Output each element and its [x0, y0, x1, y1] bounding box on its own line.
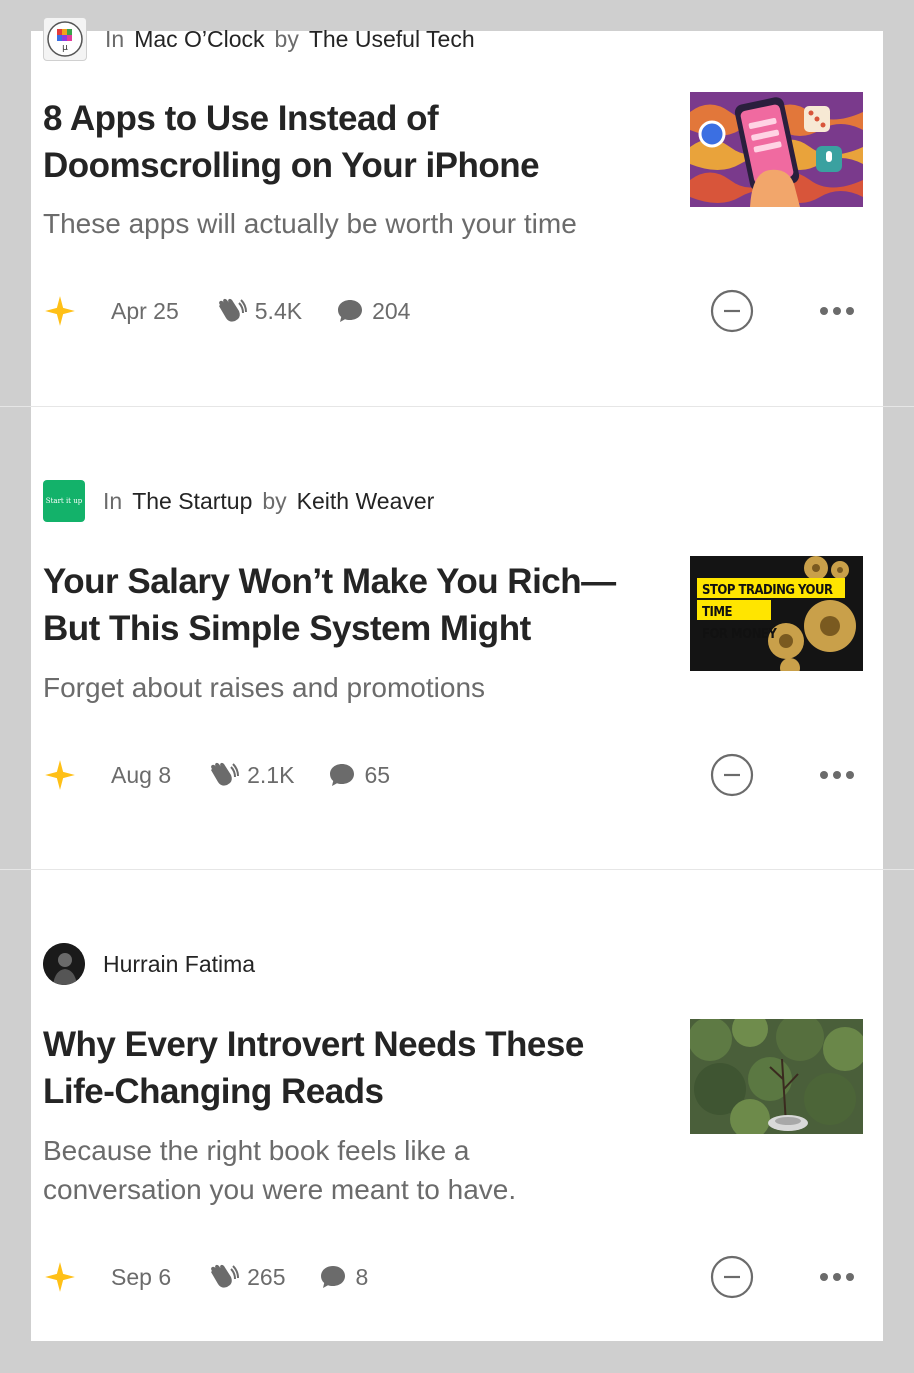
- publication-logo[interactable]: μ: [43, 17, 87, 61]
- thumbnail-caption-line2: FOR MONEY: [702, 627, 777, 642]
- more-options-button[interactable]: [817, 753, 857, 797]
- show-less-icon[interactable]: [710, 753, 754, 797]
- by-label: by: [274, 25, 299, 52]
- response-count-value: 8: [355, 1263, 369, 1290]
- clap-icon: [211, 762, 240, 786]
- thumbnail-caption: STOP TRADING YOUR TIME FOR MONEY: [702, 580, 863, 646]
- article-meta: Hurrain Fatima: [43, 942, 265, 986]
- more-icon: [820, 771, 854, 779]
- article-subtitle[interactable]: These apps will actually be worth your t…: [43, 204, 643, 243]
- feed-divider: [0, 869, 914, 870]
- svg-text:μ: μ: [62, 43, 68, 53]
- phone-apps-illustration: [690, 92, 863, 207]
- feed-divider: [0, 406, 914, 407]
- article-subtitle[interactable]: Because the right book feels like a conv…: [43, 1131, 603, 1209]
- response-count-value: 65: [364, 761, 391, 788]
- star-icon: [45, 296, 75, 326]
- comment-icon: [321, 1266, 346, 1288]
- clap-count[interactable]: 2.1K: [205, 760, 294, 790]
- response-count[interactable]: 65: [328, 761, 390, 789]
- article-thumbnail[interactable]: [690, 92, 863, 207]
- article-title[interactable]: 8 Apps to Use Instead of Doomscrolling o…: [43, 95, 643, 189]
- clap-count-value: 265: [247, 1263, 286, 1290]
- avatar[interactable]: [43, 943, 85, 985]
- publication-name[interactable]: The Startup: [132, 488, 252, 515]
- response-count[interactable]: 8: [319, 1263, 368, 1291]
- article-thumbnail[interactable]: [690, 1019, 863, 1134]
- article-feed: μ In Mac O’Clock by The Useful Tech 8 Ap…: [31, 17, 883, 1341]
- publish-date: Apr 25: [111, 297, 179, 324]
- article-stats: Apr 25 5.4K 204: [43, 291, 444, 331]
- more-icon: [820, 1273, 854, 1281]
- clap-icon: [218, 298, 247, 322]
- author-avatar-icon: [43, 943, 85, 985]
- star-icon: [45, 760, 75, 790]
- more-icon: [820, 307, 854, 315]
- more-options-button[interactable]: [817, 289, 857, 333]
- clap-count[interactable]: 5.4K: [213, 296, 302, 326]
- publish-date: Sep 6: [111, 1263, 172, 1290]
- response-count[interactable]: 204: [336, 297, 410, 325]
- comment-icon: [338, 300, 363, 322]
- publication-logo[interactable]: Start it up: [43, 480, 85, 522]
- thumbnail-caption-line1: STOP TRADING YOUR TIME: [702, 583, 833, 620]
- clap-count-value: 2.1K: [247, 761, 295, 788]
- article-subtitle[interactable]: Forget about raises and promotions: [43, 668, 643, 707]
- author-name[interactable]: Hurrain Fatima: [103, 951, 255, 978]
- clap-count[interactable]: 265: [205, 1262, 285, 1292]
- article-title[interactable]: Why Every Introvert Needs These Life-Cha…: [43, 1021, 643, 1115]
- article-thumbnail[interactable]: STOP TRADING YOUR TIME FOR MONEY: [690, 556, 863, 671]
- by-label: by: [262, 487, 287, 514]
- clap-count-value: 5.4K: [254, 297, 303, 324]
- more-options-button[interactable]: [817, 1255, 857, 1299]
- in-label: In: [105, 25, 125, 52]
- in-label: In: [103, 487, 123, 514]
- author-name[interactable]: Keith Weaver: [297, 488, 435, 515]
- clock-logo-icon: μ: [47, 21, 83, 57]
- article-meta: Start it up In The Startup by Keith Weav…: [43, 479, 444, 523]
- star-icon: [45, 1262, 75, 1292]
- article-stats: Aug 8 2.1K 65: [43, 755, 424, 795]
- plant-photo: [690, 1019, 863, 1134]
- author-name[interactable]: The Useful Tech: [309, 26, 475, 53]
- clap-icon: [211, 1264, 240, 1288]
- publish-date: Aug 8: [111, 761, 172, 788]
- publication-logo-text: Start it up: [45, 497, 83, 505]
- comment-icon: [330, 764, 355, 786]
- article-meta: μ In Mac O’Clock by The Useful Tech: [43, 17, 485, 61]
- show-less-icon[interactable]: [710, 1255, 754, 1299]
- response-count-value: 204: [372, 297, 411, 324]
- show-less-icon[interactable]: [710, 289, 754, 333]
- article-title[interactable]: Your Salary Won’t Make You Rich—But This…: [43, 558, 643, 652]
- article-stats: Sep 6 265 8: [43, 1257, 402, 1297]
- publication-name[interactable]: Mac O’Clock: [134, 26, 264, 53]
